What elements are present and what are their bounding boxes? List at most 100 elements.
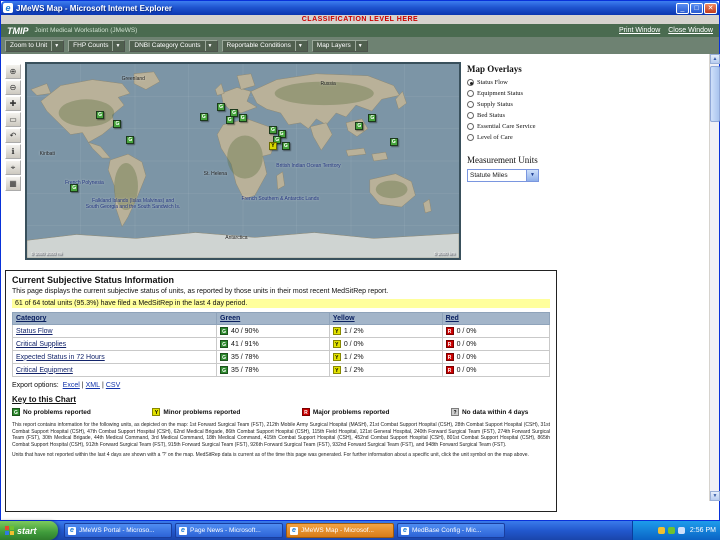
full-extent-button[interactable]: ▭ bbox=[5, 112, 21, 127]
overlay-option-label: Status Flow bbox=[477, 79, 508, 86]
ie-icon: e bbox=[3, 3, 13, 13]
unit-status-marker[interactable]: G bbox=[281, 141, 290, 150]
toolbar-button-label: DNBI Category Counts bbox=[134, 42, 201, 49]
unit-status-marker[interactable]: G bbox=[389, 137, 398, 146]
task-button[interactable]: e Page News - Microsoft... bbox=[175, 523, 283, 538]
world-map[interactable]: Greenland Russia Kiribati French Polynes… bbox=[27, 64, 459, 258]
radio-icon[interactable] bbox=[467, 90, 474, 97]
yellow-chip-icon: Y bbox=[332, 353, 341, 361]
unit-status-marker[interactable]: G bbox=[225, 116, 234, 125]
category-link[interactable]: Status Flow bbox=[16, 328, 53, 335]
scroll-thumb[interactable] bbox=[710, 66, 720, 122]
unit-status-marker[interactable]: G bbox=[355, 122, 364, 131]
back-extent-button[interactable]: ↶ bbox=[5, 128, 21, 143]
overlay-option[interactable]: Equipment Status bbox=[467, 90, 551, 97]
zoom-in-button[interactable]: ⊕ bbox=[5, 64, 21, 79]
tmip-logo: TMIP bbox=[7, 25, 29, 36]
radio-icon[interactable] bbox=[467, 112, 474, 119]
zoom-out-button[interactable]: ⊖ bbox=[5, 80, 21, 95]
export-xml-link[interactable]: XML bbox=[86, 382, 100, 389]
red-header[interactable]: Red bbox=[441, 312, 551, 325]
unit-status-marker[interactable]: G bbox=[113, 120, 122, 129]
toolbar-dropdown-button[interactable]: Zoom to Unit ▼ bbox=[5, 39, 65, 52]
legend-label: Major problems reported bbox=[312, 408, 390, 416]
overlay-option[interactable]: Bed Status bbox=[467, 112, 551, 119]
overlay-option[interactable]: Supply Status bbox=[467, 101, 551, 108]
table-row: Expected Status in 72 Hours G 35 / 78% Y1… bbox=[11, 350, 551, 364]
green-header[interactable]: Green bbox=[216, 312, 330, 325]
network-icon[interactable] bbox=[667, 527, 675, 534]
unit-status-marker[interactable]: G bbox=[217, 102, 226, 111]
category-link[interactable]: Critical Equipment bbox=[16, 367, 73, 374]
red-chip-icon: R bbox=[445, 327, 454, 335]
scroll-down-button[interactable]: ▼ bbox=[710, 491, 720, 501]
task-button[interactable]: e JMeWS Portal - Microso... bbox=[64, 523, 172, 538]
toolbar-dropdown-button[interactable]: Map Layers ▼ bbox=[311, 39, 368, 52]
task-button-label: JMeWS Map - Microsof... bbox=[301, 527, 374, 534]
toolbar-dropdown-button[interactable]: DNBI Category Counts ▼ bbox=[129, 39, 218, 52]
close-window-link[interactable]: Close Window bbox=[668, 27, 713, 34]
measure-button[interactable]: ⌖ bbox=[5, 160, 21, 175]
map-label: Falkland Islands (Islas Malvinas) and So… bbox=[85, 197, 181, 210]
map-label: Antarctica bbox=[225, 234, 248, 241]
status-panel: Current Subjective Status Information Th… bbox=[5, 270, 557, 512]
legend-chip-icon: R bbox=[301, 408, 310, 416]
export-csv-link[interactable]: CSV bbox=[106, 382, 120, 389]
unit-status-marker[interactable]: G bbox=[368, 114, 377, 123]
unit-status-marker[interactable]: G bbox=[96, 110, 105, 119]
scroll-up-button[interactable]: ▲ bbox=[710, 54, 720, 64]
radio-icon[interactable] bbox=[467, 79, 474, 86]
radio-icon[interactable] bbox=[467, 134, 474, 141]
category-header[interactable]: Category bbox=[11, 312, 218, 325]
unit-status-marker[interactable]: Y bbox=[268, 141, 277, 150]
toolbar-dropdown-button[interactable]: Reportable Conditions ▼ bbox=[221, 39, 308, 52]
close-button[interactable]: ✕ bbox=[704, 2, 717, 14]
vertical-scrollbar[interactable]: ▲ ▼ bbox=[709, 54, 720, 501]
pan-button[interactable]: ✚ bbox=[5, 96, 21, 111]
security-shield-icon[interactable] bbox=[657, 527, 665, 534]
export-excel-link[interactable]: Excel bbox=[63, 382, 80, 389]
task-button[interactable]: e JMeWS Map - Microsof... bbox=[286, 523, 394, 538]
yellow-header[interactable]: Yellow bbox=[328, 312, 443, 325]
ie-icon: e bbox=[401, 526, 409, 535]
toolbar-dropdown-button[interactable]: FHP Counts ▼ bbox=[68, 39, 126, 52]
measurement-units-title: Measurement Units bbox=[467, 155, 538, 165]
unit-status-marker[interactable]: G bbox=[199, 112, 208, 121]
start-button[interactable]: start bbox=[0, 521, 58, 540]
volume-icon[interactable] bbox=[677, 527, 685, 534]
unit-status-marker[interactable]: G bbox=[70, 184, 79, 193]
overlay-option[interactable]: Level of Care bbox=[467, 134, 551, 141]
page-content: ⊕ ⊖ ✚ ▭ ↶ ℹ ⌖ ▦ Greenland Russia Kiribat… bbox=[1, 54, 709, 520]
green-chip-icon: G bbox=[220, 366, 229, 374]
unit-status-marker[interactable]: G bbox=[126, 135, 135, 144]
print-window-link[interactable]: Print Window bbox=[619, 27, 660, 34]
chevron-down-icon: ▼ bbox=[51, 40, 61, 51]
unit-status-marker[interactable]: G bbox=[268, 126, 277, 135]
unit-status-marker[interactable]: G bbox=[238, 114, 247, 123]
category-link[interactable]: Critical Supplies bbox=[16, 341, 66, 348]
green-value: 35 / 78% bbox=[231, 366, 259, 374]
yellow-value: 1 / 2% bbox=[343, 366, 364, 374]
select-arrow-icon: ▼ bbox=[526, 170, 538, 181]
layers-button[interactable]: ▦ bbox=[5, 176, 21, 191]
overlay-option[interactable]: Status Flow bbox=[467, 79, 551, 86]
overlay-option-label: Bed Status bbox=[477, 112, 505, 119]
overlay-option[interactable]: Essential Care Service bbox=[467, 123, 551, 130]
measurement-units-select[interactable]: Statute Miles ▼ bbox=[467, 169, 539, 182]
radio-icon[interactable] bbox=[467, 123, 474, 130]
category-link[interactable]: Expected Status in 72 Hours bbox=[16, 354, 105, 361]
radio-icon[interactable] bbox=[467, 101, 474, 108]
identify-button[interactable]: ℹ bbox=[5, 144, 21, 159]
minimize-button[interactable]: _ bbox=[676, 2, 689, 14]
maximize-button[interactable]: □ bbox=[690, 2, 703, 14]
red-value: 0 / 0% bbox=[456, 340, 477, 348]
red-value: 0 / 0% bbox=[456, 353, 477, 361]
red-chip-icon: R bbox=[445, 340, 454, 348]
status-table: Category Green Yellow Red Status Flow G … bbox=[11, 312, 551, 377]
ie-icon: e bbox=[290, 526, 298, 535]
task-button[interactable]: e MedBase Config - Mic... bbox=[397, 523, 505, 538]
green-chip-icon: G bbox=[220, 353, 229, 361]
task-buttons: e JMeWS Portal - Microso... e Page News … bbox=[64, 523, 632, 538]
window-title: JMeWS Map - Microsoft Internet Explorer bbox=[16, 3, 173, 13]
toolbar-button-label: Map Layers bbox=[316, 42, 351, 49]
